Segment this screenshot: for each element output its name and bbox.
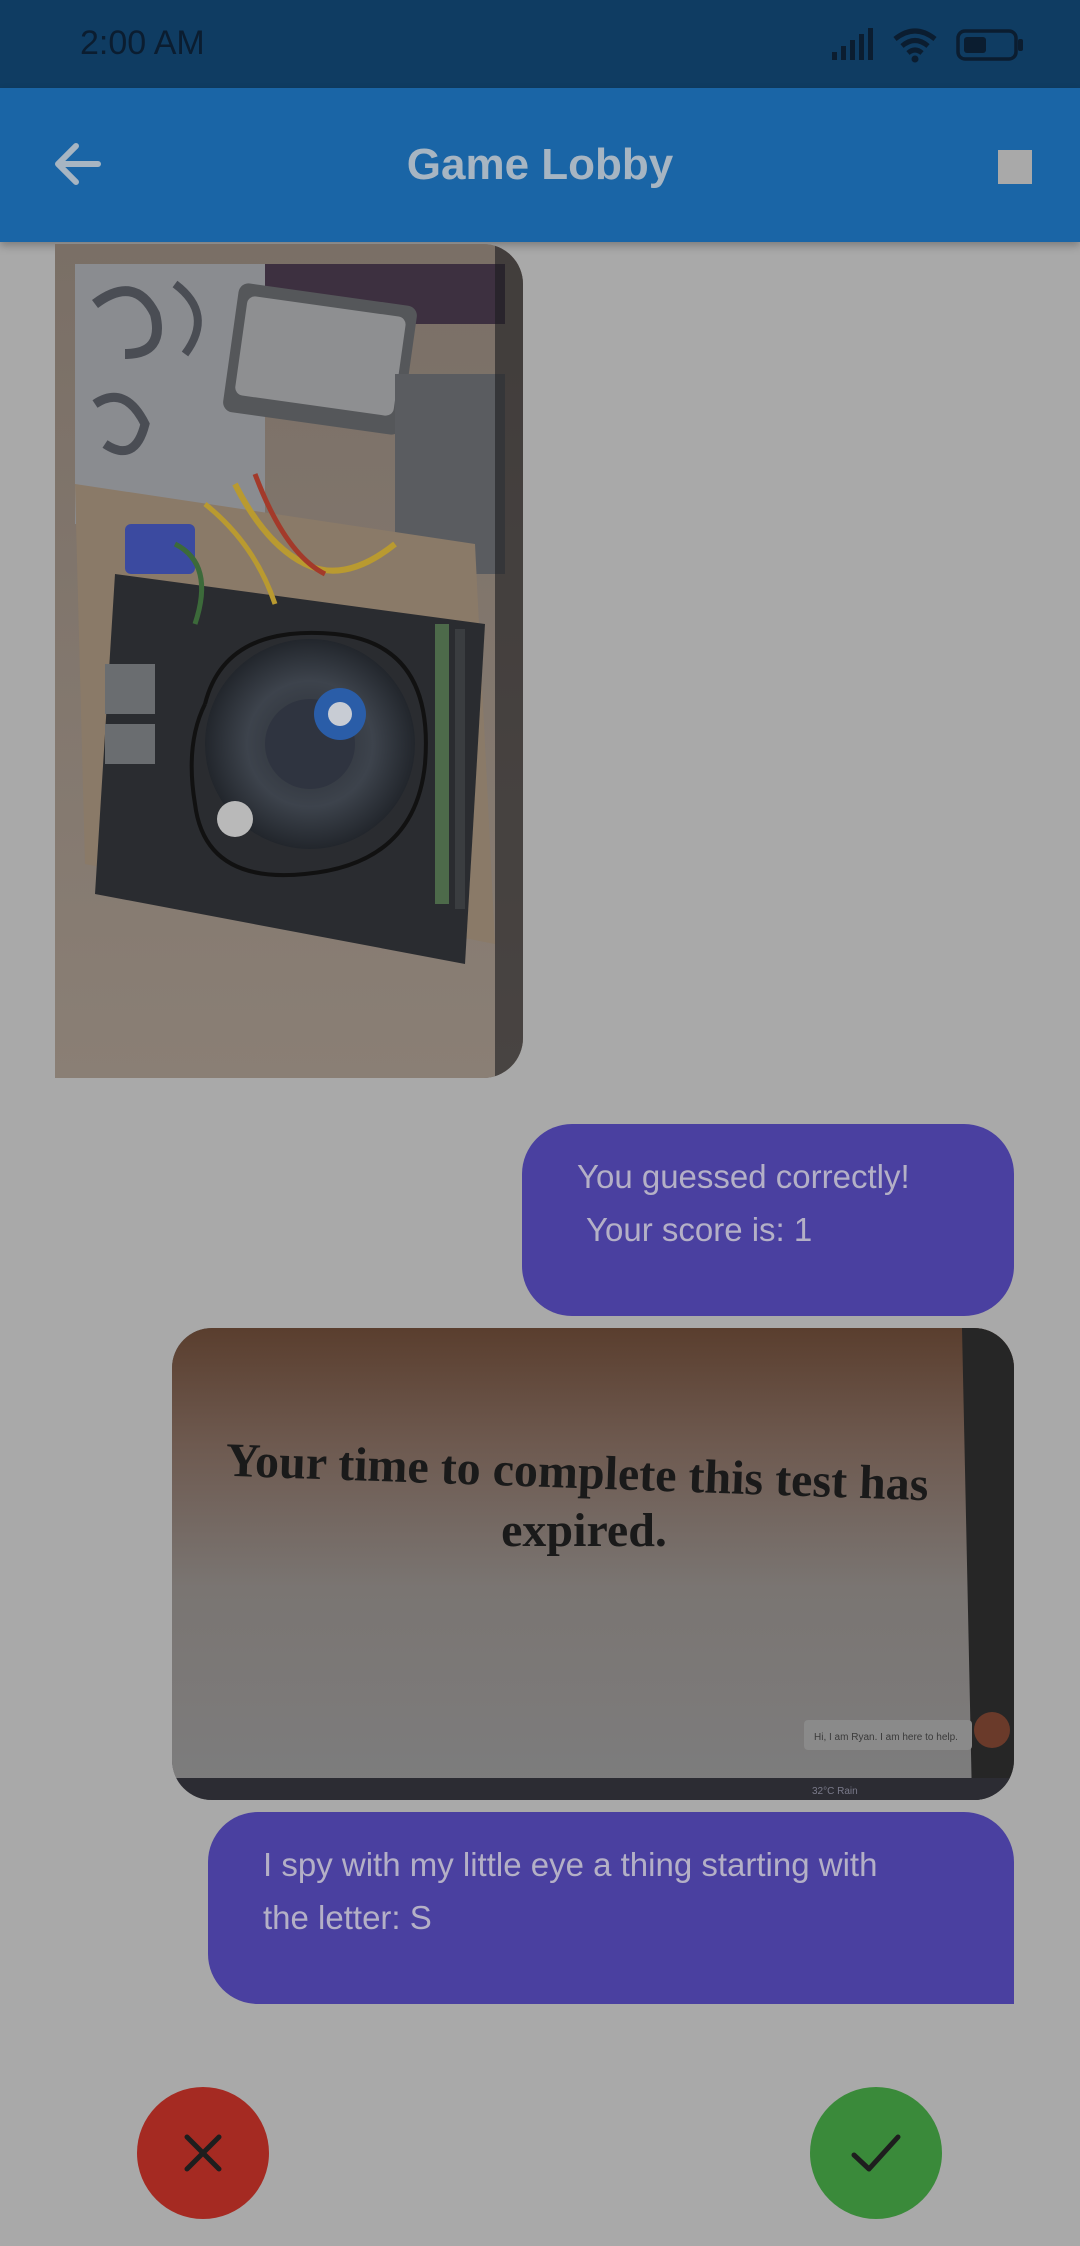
prompt-line-1: I spy with my little eye a thing startin… bbox=[263, 1846, 878, 1883]
close-icon bbox=[184, 2134, 222, 2172]
battery-icon bbox=[956, 29, 1023, 61]
reject-button[interactable] bbox=[137, 2087, 269, 2219]
taskbar-text: 32°C Rain bbox=[812, 1786, 858, 1797]
message-image-motherboard[interactable] bbox=[55, 244, 523, 1078]
status-bar: 2:00 AM bbox=[0, 0, 1080, 88]
monitor-photo: Your time to complete this test has expi… bbox=[172, 1328, 1014, 1800]
check-icon bbox=[851, 2134, 901, 2172]
status-time: 2:00 AM bbox=[80, 24, 205, 62]
prompt-message-bubble: I spy with my little eye a thing startin… bbox=[208, 1812, 1014, 2004]
result-message-bubble: You guessed correctly! Your score is: 1 bbox=[522, 1124, 1014, 1316]
wifi-icon bbox=[893, 28, 937, 63]
stop-button[interactable] bbox=[998, 150, 1032, 184]
monitor-text-line-2: expired. bbox=[501, 1504, 667, 1557]
status-icons bbox=[830, 22, 1024, 68]
result-line-1: You guessed correctly! bbox=[577, 1158, 910, 1195]
signal-icon bbox=[832, 28, 873, 60]
page-title: Game Lobby bbox=[406, 140, 674, 189]
prompt-line-2: the letter: S bbox=[263, 1899, 432, 1936]
message-image-monitor[interactable]: Your time to complete this test has expi… bbox=[172, 1328, 1014, 1800]
result-line-2: Your score is: 1 bbox=[586, 1211, 813, 1248]
motherboard-photo bbox=[55, 244, 523, 1078]
chat-popup-text: Hi, I am Ryan. I am here to help. bbox=[814, 1732, 958, 1743]
app-bar: Game Lobby bbox=[0, 88, 1080, 242]
accept-button[interactable] bbox=[810, 2087, 942, 2219]
